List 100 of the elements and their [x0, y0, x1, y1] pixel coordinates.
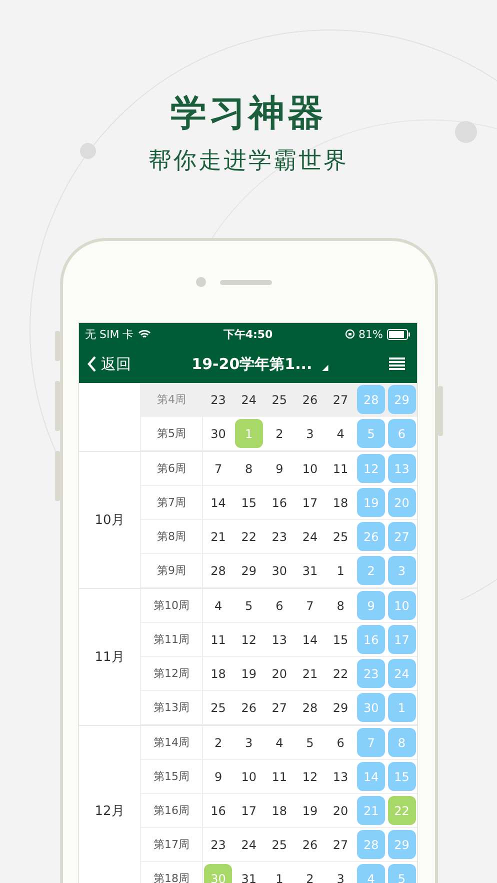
day-cell[interactable]: 2	[306, 872, 314, 883]
carrier-text: 无 SIM 卡	[85, 326, 134, 342]
day-cell[interactable]: 14	[210, 496, 226, 510]
day-cell[interactable]: 12	[241, 632, 256, 646]
day-cell[interactable]: 14	[302, 632, 318, 646]
day-cell[interactable]: 20	[272, 666, 288, 680]
day-cell[interactable]: 11	[272, 770, 288, 784]
day-cell[interactable]: 27	[272, 700, 288, 714]
day-cell[interactable]: 11	[210, 632, 226, 646]
day-cell[interactable]: 26	[302, 392, 318, 406]
day-cell[interactable]: 10	[302, 462, 318, 476]
day-cell[interactable]: 13	[272, 632, 288, 646]
day-cell[interactable]: 28	[302, 700, 318, 714]
day-cell[interactable]: 15	[241, 496, 256, 510]
speaker-slot	[220, 280, 272, 284]
day-cell[interactable]: 13	[332, 770, 348, 784]
day-cell[interactable]: 17	[302, 496, 318, 510]
day-cell[interactable]: 18	[210, 666, 226, 680]
day-cell[interactable]: 10	[241, 770, 256, 784]
day-cell[interactable]: 11	[332, 462, 348, 476]
wifi-icon	[138, 329, 151, 339]
week-label[interactable]: 第15周	[141, 760, 203, 793]
day-cell[interactable]: 25	[272, 392, 288, 406]
day-cell[interactable]: 1	[336, 564, 344, 578]
day-cell[interactable]: 24	[302, 530, 318, 544]
day-cell[interactable]: 31	[241, 872, 256, 883]
day-cell[interactable]: 23	[210, 838, 226, 852]
day-cell[interactable]: 29	[241, 564, 256, 578]
day-cell[interactable]: 24	[241, 392, 256, 406]
day-cell[interactable]: 26	[302, 838, 318, 852]
day-cell[interactable]: 2	[276, 426, 284, 440]
week-label[interactable]: 第8周	[141, 520, 203, 553]
day-cell[interactable]: 22	[241, 530, 256, 544]
day-cell[interactable]: 7	[306, 598, 314, 612]
week-label[interactable]: 第7周	[141, 486, 203, 519]
menu-icon[interactable]	[388, 357, 405, 371]
week-label[interactable]: 第14周	[141, 726, 203, 759]
week-label[interactable]: 第11周	[141, 623, 203, 656]
week-label[interactable]: 第6周	[141, 452, 203, 485]
week-label[interactable]: 第16周	[141, 794, 203, 827]
day-cell[interactable]: 17	[241, 804, 256, 818]
day-cell[interactable]: 4	[336, 426, 344, 440]
day-cell[interactable]: 16	[210, 804, 226, 818]
day-cell[interactable]: 16	[272, 496, 288, 510]
day-cell[interactable]: 29	[332, 700, 348, 714]
day-cell[interactable]: 8	[336, 598, 344, 612]
day-cell[interactable]: 9	[214, 770, 222, 784]
day-cell[interactable]: 15	[332, 632, 348, 646]
day-cell[interactable]: 25	[332, 530, 348, 544]
battery-percent: 81%	[358, 328, 383, 340]
day-cell[interactable]: 9	[276, 462, 284, 476]
rotation-lock-icon	[344, 329, 355, 339]
status-time: 下午4:50	[223, 326, 273, 342]
day-cell[interactable]: 18	[332, 496, 348, 510]
day-cell[interactable]: 2	[214, 736, 222, 750]
day-cell[interactable]: 27	[332, 838, 348, 852]
day-cell[interactable]: 3	[336, 872, 344, 883]
day-cell[interactable]: 1	[276, 872, 284, 883]
day-cell[interactable]: 30	[210, 426, 226, 440]
month-label: 11月	[94, 649, 124, 666]
day-cell[interactable]: 4	[214, 598, 222, 612]
week-label[interactable]: 第5周	[141, 417, 203, 450]
day-cell[interactable]: 18	[272, 804, 288, 818]
day-cell[interactable]: 25	[272, 838, 288, 852]
day-cell[interactable]: 21	[302, 666, 318, 680]
day-cell[interactable]: 30	[272, 564, 288, 578]
day-cell[interactable]: 23	[272, 530, 288, 544]
month-label: 12月	[94, 803, 124, 820]
day-cell[interactable]: 26	[241, 700, 256, 714]
back-button[interactable]: 返回	[87, 354, 131, 374]
term-selector[interactable]: 19-20学年第1... ◢	[192, 354, 328, 374]
day-cell[interactable]: 22	[332, 666, 348, 680]
week-label[interactable]: 第17周	[141, 828, 203, 861]
chevron-left-icon	[87, 356, 97, 372]
day-cell[interactable]: 6	[276, 598, 284, 612]
day-cell[interactable]: 31	[302, 564, 318, 578]
day-cell[interactable]: 7	[214, 462, 222, 476]
headline: 学习神器	[170, 92, 326, 136]
day-cell[interactable]: 12	[302, 770, 318, 784]
battery-icon	[387, 328, 411, 340]
day-cell[interactable]: 6	[336, 736, 344, 750]
day-cell[interactable]: 5	[306, 736, 314, 750]
day-cell[interactable]: 24	[241, 838, 256, 852]
day-cell[interactable]: 25	[210, 700, 226, 714]
week-label[interactable]: 第13周	[141, 691, 203, 724]
day-cell[interactable]: 3	[245, 736, 253, 750]
day-cell[interactable]: 5	[245, 598, 253, 612]
day-cell[interactable]: 3	[306, 426, 314, 440]
week-label[interactable]: 第9周	[141, 554, 203, 587]
day-cell[interactable]: 20	[332, 804, 348, 818]
day-cell[interactable]: 19	[241, 666, 256, 680]
day-cell[interactable]: 4	[276, 736, 284, 750]
week-label[interactable]: 第10周	[141, 589, 203, 622]
day-cell[interactable]: 28	[210, 564, 226, 578]
day-cell[interactable]: 8	[245, 462, 253, 476]
week-label[interactable]: 第12周	[141, 657, 203, 690]
day-cell[interactable]: 23	[210, 392, 226, 406]
day-cell[interactable]: 19	[302, 804, 318, 818]
day-cell[interactable]: 21	[210, 530, 226, 544]
day-cell[interactable]: 27	[332, 392, 348, 406]
